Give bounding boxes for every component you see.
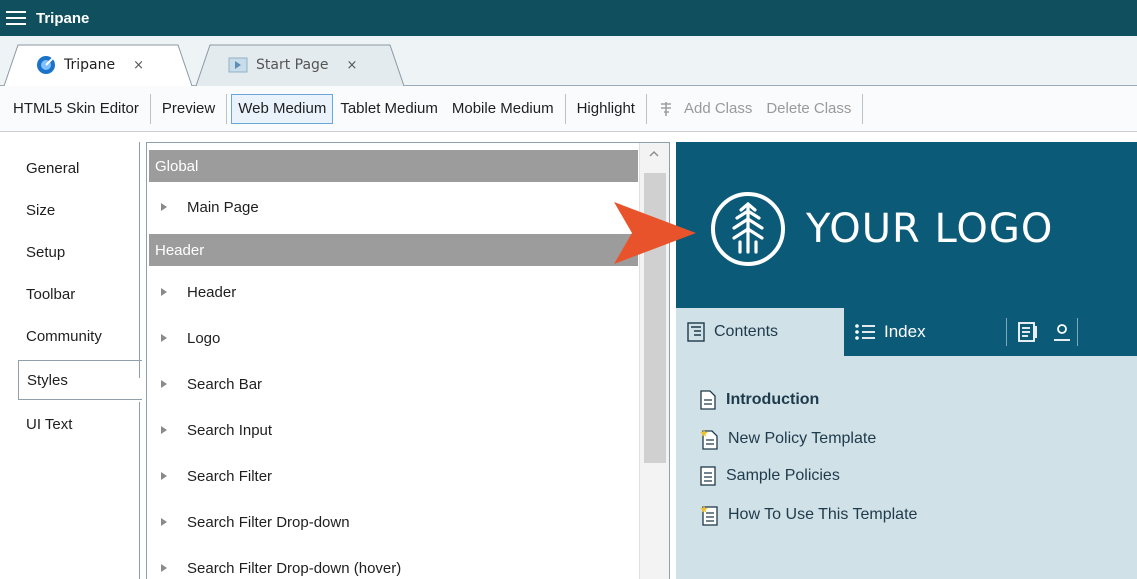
toolbar-separator [564, 93, 566, 124]
category-ui-text[interactable]: UI Text [18, 406, 138, 442]
toolbar-separator [645, 93, 647, 124]
style-item-label: Search Input [187, 421, 273, 439]
style-item-logo[interactable]: Logo [161, 318, 220, 358]
style-item-search-input[interactable]: Search Input [161, 410, 272, 450]
style-item-label: Main Page [187, 198, 259, 216]
toc-item-label: How To Use This Template [728, 506, 918, 523]
toc-item-sample-policies[interactable]: Sample Policies [700, 461, 840, 491]
skin-editor-label: HTML5 Skin Editor [13, 100, 139, 117]
tab-tripane[interactable]: Tripane × [4, 44, 192, 86]
title-bar: Tripane [0, 0, 1137, 36]
highlight-button[interactable]: Highlight [570, 94, 642, 124]
index-list-icon [855, 324, 875, 340]
group-header-header: Header [149, 234, 638, 266]
start-page-icon [228, 57, 248, 73]
category-styles[interactable]: Styles [18, 360, 142, 400]
expand-triangle-icon[interactable] [161, 564, 167, 572]
category-community[interactable]: Community [18, 318, 138, 354]
toc-item-how-to-use-this-template[interactable]: How To Use This Template [700, 500, 917, 530]
style-item-label: Logo [187, 329, 221, 347]
expand-triangle-icon[interactable] [161, 203, 167, 211]
hamburger-menu-icon[interactable] [6, 10, 28, 26]
expand-triangle-icon[interactable] [161, 288, 167, 296]
toolbar-separator [226, 93, 228, 124]
community-person-icon[interactable] [1048, 318, 1078, 346]
group-header-global: Global [149, 150, 638, 182]
preview-button[interactable]: Preview [155, 94, 222, 124]
toc-item-label: Introduction [726, 391, 820, 408]
toc-item-label: New Policy Template [728, 430, 877, 447]
add-class-label: Add Class [683, 100, 753, 117]
skin-preview-panel: YOUR LOGO Contents Index Introduction Ne… [676, 142, 1137, 579]
book-icon [700, 466, 716, 486]
toc-item-new-policy-template[interactable]: New Policy Template [700, 424, 876, 454]
topic-page-icon [700, 390, 716, 410]
preview-tab-separator [1006, 318, 1007, 346]
style-item-label: Search Filter Drop-down [187, 513, 350, 531]
style-item-label: Search Filter [187, 467, 273, 485]
contents-book-icon [687, 322, 705, 342]
style-item-search-filter-dropdown[interactable]: Search Filter Drop-down [161, 502, 350, 542]
tab-start-page-label: Start Page [256, 57, 329, 73]
scroll-up-arrow-icon[interactable] [649, 149, 659, 159]
expand-triangle-icon[interactable] [161, 334, 167, 342]
style-tree-panel: Global Main Page Header Header Logo Sear… [146, 142, 670, 579]
category-list: General Size Setup Toolbar Community Sty… [0, 132, 142, 579]
preview-tab-index[interactable]: Index [854, 308, 926, 356]
expand-triangle-icon[interactable] [161, 518, 167, 526]
style-item-header[interactable]: Header [161, 272, 236, 312]
preview-tab-contents-label: Contents [714, 323, 779, 340]
tripane-target-icon [37, 56, 55, 74]
glossary-icon[interactable] [1016, 320, 1040, 344]
category-panel-border [139, 142, 140, 378]
category-size[interactable]: Size [18, 192, 138, 228]
expand-triangle-icon[interactable] [161, 426, 167, 434]
style-item-search-bar[interactable]: Search Bar [161, 364, 262, 404]
style-item-label: Search Filter Drop-down (hover) [187, 559, 402, 577]
add-class-icon [660, 101, 671, 116]
app-title: Tripane [36, 9, 90, 27]
category-panel-border [139, 402, 140, 579]
expand-triangle-icon[interactable] [161, 472, 167, 480]
tablet-medium-button[interactable]: Tablet Medium [333, 94, 445, 124]
logo-text: YOUR LOGO [806, 206, 1054, 252]
preview-tab-contents[interactable]: Contents [676, 308, 844, 356]
style-item-search-filter[interactable]: Search Filter [161, 456, 272, 496]
toolbar-separator [862, 93, 864, 124]
web-medium-button[interactable]: Web Medium [231, 93, 334, 124]
tab-tripane-label: Tripane [64, 57, 116, 73]
tab-start-page-close-icon[interactable]: × [347, 58, 358, 73]
tab-tripane-close-icon[interactable]: × [133, 58, 144, 73]
toc-item-label: Sample Policies [726, 467, 840, 484]
preview-header: YOUR LOGO [676, 142, 1137, 308]
tree-logo-icon [711, 192, 785, 266]
new-book-icon [700, 505, 718, 526]
style-item-label: Header [187, 283, 237, 301]
tab-start-page[interactable]: Start Page × [196, 44, 404, 86]
toc-item-introduction[interactable]: Introduction [700, 385, 819, 415]
style-item-label: Search Bar [187, 375, 263, 393]
category-toolbar[interactable]: Toolbar [18, 276, 138, 312]
skin-editor-toolbar: HTML5 Skin Editor Preview Web Medium Tab… [0, 86, 1137, 132]
expand-triangle-icon[interactable] [161, 380, 167, 388]
document-tab-strip: Tripane × Start Page × [0, 36, 1137, 86]
add-class-button[interactable]: Add Class [651, 94, 759, 124]
category-setup[interactable]: Setup [18, 234, 138, 270]
preview-tab-bar: Contents Index [676, 308, 1137, 356]
category-general[interactable]: General [18, 150, 138, 186]
style-item-search-filter-dropdown-hover[interactable]: Search Filter Drop-down (hover) [161, 548, 401, 579]
new-topic-page-icon [700, 429, 718, 450]
preview-tab-index-label: Index [884, 322, 926, 341]
delete-class-button[interactable]: Delete Class [759, 94, 858, 124]
style-item-main-page[interactable]: Main Page [161, 187, 259, 227]
mobile-medium-button[interactable]: Mobile Medium [445, 94, 561, 124]
callout-arrow-icon [614, 202, 696, 264]
toolbar-separator [149, 93, 151, 124]
